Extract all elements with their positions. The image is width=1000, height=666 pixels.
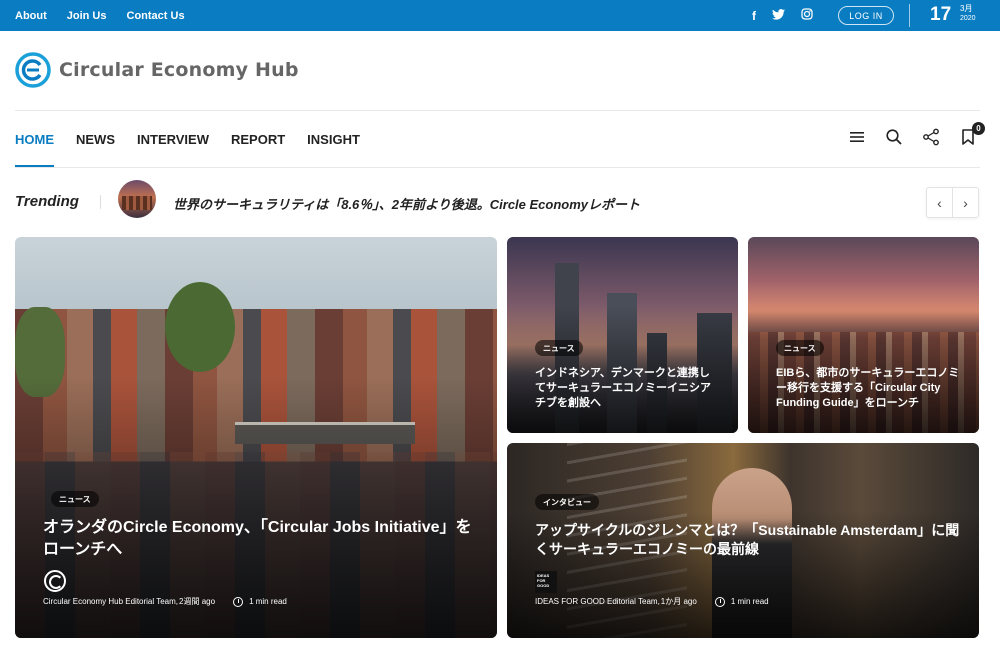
card-title[interactable]: オランダのCircle Economy、「Circular Jobs Initi…: [43, 517, 473, 560]
author-name[interactable]: IDEAS FOR GOOD Editorial Team: [535, 597, 658, 606]
search-icon[interactable]: [885, 128, 903, 146]
social-links: f: [752, 0, 813, 31]
author-avatar: IDEAS FOR GOOD: [535, 571, 557, 593]
about-link[interactable]: About: [15, 10, 47, 22]
read-time: 1 min read: [249, 597, 287, 606]
clock-icon: [714, 596, 725, 607]
trending-thumbnail[interactable]: [118, 180, 156, 218]
author-name[interactable]: Circular Economy Hub Editorial Team: [43, 597, 176, 606]
trending-label: Trending: [15, 193, 79, 210]
site-logo[interactable]: Circular Economy Hub: [15, 52, 299, 88]
menu-icon[interactable]: [848, 128, 866, 146]
category-tag[interactable]: インタビュー: [535, 494, 599, 510]
date-month: 3月: [960, 4, 973, 13]
nav-news[interactable]: NEWS: [76, 111, 115, 167]
topbar-divider: [909, 4, 910, 27]
featured-card-4[interactable]: インタビュー アップサイクルのジレンマとは？「Sustainable Amste…: [507, 443, 979, 638]
meta-comma: ,: [657, 597, 660, 606]
meta-comma: ,: [175, 597, 179, 606]
date-year: 2020: [960, 15, 976, 22]
category-tag[interactable]: ニュース: [776, 340, 824, 356]
category-tag[interactable]: ニュース: [51, 491, 99, 507]
share-icon[interactable]: [922, 128, 940, 146]
card-meta: Circular Economy Hub Editorial Team, 2週間…: [43, 596, 287, 607]
contact-us-link[interactable]: Contact Us: [127, 10, 185, 22]
logo-mark-icon: [15, 52, 51, 88]
date-day: 17: [930, 4, 952, 25]
card-image-tree: [165, 282, 235, 372]
join-us-link[interactable]: Join Us: [67, 10, 107, 22]
top-links: About Join Us Contact Us: [15, 0, 185, 31]
nav-divider: [15, 167, 980, 168]
card-title[interactable]: インドネシア、デンマークと連携してサーキュラーエコノミーイニシアチブを創設へ: [535, 366, 715, 411]
time-ago: 1か月 ago: [660, 597, 697, 606]
top-bar: About Join Us Contact Us f LOG IN 17 3月 …: [0, 0, 1000, 31]
nav-icons: 0: [848, 122, 985, 146]
card-title[interactable]: EIBら、都市のサーキュラーエコノミー移行を支援する「Circular City…: [776, 366, 961, 411]
site-name: Circular Economy Hub: [59, 59, 299, 81]
trending-separator: [100, 195, 101, 209]
featured-card-2[interactable]: ニュース インドネシア、デンマークと連携してサーキュラーエコノミーイニシアチブを…: [507, 237, 738, 433]
clock-icon: [233, 596, 244, 607]
trending-pager: ‹ ›: [926, 187, 979, 218]
twitter-icon[interactable]: [772, 8, 785, 23]
author-avatar: [44, 570, 66, 592]
facebook-icon[interactable]: f: [752, 9, 756, 23]
featured-card-3[interactable]: ニュース EIBら、都市のサーキュラーエコノミー移行を支援する「Circular…: [748, 237, 979, 433]
card-title[interactable]: アップサイクルのジレンマとは？「Sustainable Amsterdam」に聞…: [535, 521, 965, 559]
trending-next-button[interactable]: ›: [952, 188, 978, 217]
nav-insight[interactable]: INSIGHT: [307, 111, 360, 167]
bookmark-count-badge: 0: [972, 122, 985, 135]
read-time: 1 min read: [730, 597, 769, 606]
nav-home[interactable]: HOME: [15, 111, 54, 167]
featured-card-main[interactable]: ニュース オランダのCircle Economy、「Circular Jobs …: [15, 237, 497, 638]
nav-report[interactable]: REPORT: [231, 111, 285, 167]
trending-headline[interactable]: 世界のサーキュラリティは「8.6％」、2年前より後退。Circle Econom…: [173, 194, 640, 213]
time-ago: 2週間 ago: [179, 597, 216, 606]
card-meta: IDEAS FOR GOOD Editorial Team, 1か月 ago 1…: [535, 596, 769, 607]
trending-prev-button[interactable]: ‹: [927, 188, 952, 217]
main-nav: HOME NEWS INTERVIEW REPORT INSIGHT: [15, 111, 360, 167]
instagram-icon[interactable]: [801, 8, 813, 23]
category-tag[interactable]: ニュース: [535, 340, 583, 356]
login-button[interactable]: LOG IN: [838, 6, 894, 25]
nav-interview[interactable]: INTERVIEW: [137, 111, 209, 167]
bookmark-button[interactable]: 0: [959, 122, 985, 146]
